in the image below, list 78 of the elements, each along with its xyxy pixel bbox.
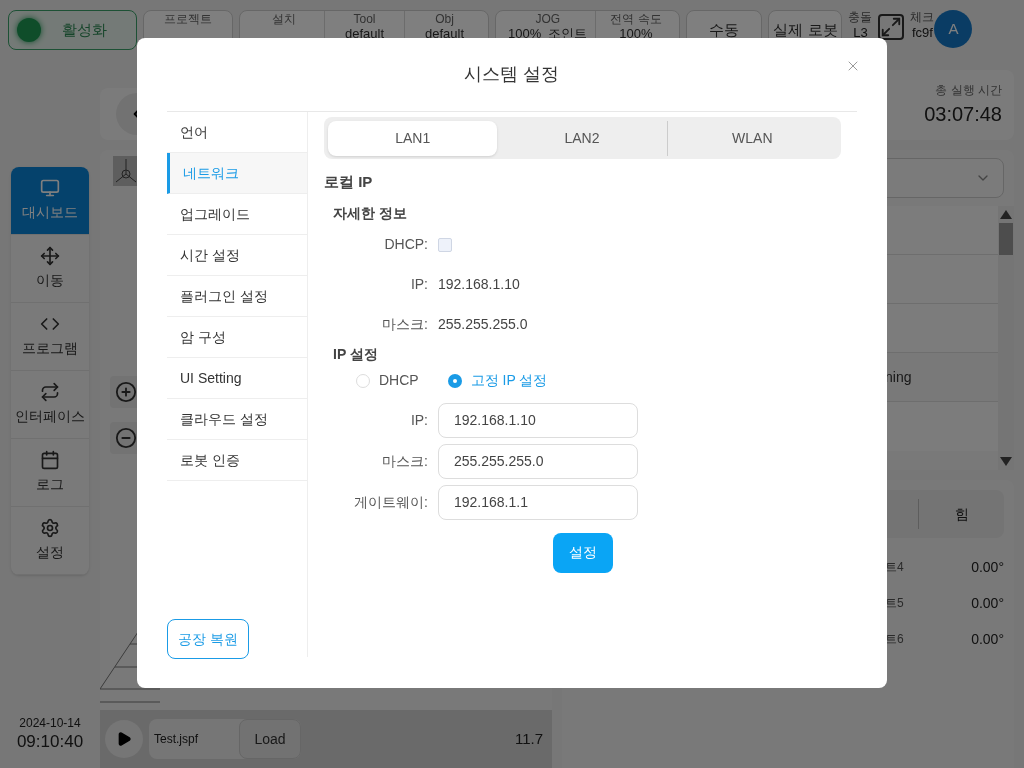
- file-field[interactable]: Test.jspf Load: [149, 719, 301, 759]
- status-value: default: [344, 26, 384, 42]
- repeat-icon: [40, 382, 60, 402]
- field-label: 마스크:: [381, 451, 428, 471]
- sidebar-item[interactable]: 로그: [11, 439, 89, 507]
- expand-icon[interactable]: [878, 14, 905, 40]
- collision-value: L3: [853, 25, 868, 40]
- sidebar-item[interactable]: 프로그램: [11, 303, 89, 371]
- play-icon: [116, 731, 132, 747]
- joint-tab[interactable]: 힘: [918, 499, 1004, 529]
- field-label: 게이트웨이:: [353, 492, 428, 512]
- sidebar-item[interactable]: 이동: [11, 235, 89, 303]
- date-text: 2024-10-14: [19, 715, 81, 731]
- status-label: 설치: [272, 12, 296, 26]
- settings-menu-item[interactable]: 시간 설정: [167, 235, 307, 276]
- field-label: IP:: [409, 410, 428, 430]
- load-button[interactable]: Load: [239, 719, 301, 759]
- zoom-in-icon: [115, 381, 137, 403]
- status-label: Obj: [435, 12, 454, 26]
- field-label: DHCP:: [383, 235, 428, 254]
- ip-mode-radio[interactable]: 고정 IP 설정: [447, 370, 548, 391]
- activate-button[interactable]: 활성화: [8, 10, 137, 50]
- input-field[interactable]: 255.255.255.0: [438, 443, 638, 479]
- field-value: 255.255.255.0: [438, 315, 528, 334]
- joint-value: 0.00°: [971, 593, 1004, 613]
- field-label: IP:: [409, 275, 428, 294]
- move-icon: [40, 246, 60, 266]
- settings-menu-item[interactable]: 로봇 인증: [167, 440, 307, 481]
- field-value: 192.168.1.10: [438, 275, 520, 294]
- runtime-label: 총 실행 시간: [935, 82, 1002, 99]
- collision-label: 충돌: [848, 10, 873, 25]
- settings-menu-item[interactable]: UI Setting: [167, 358, 307, 399]
- status-value: 100% 조인트: [508, 26, 588, 42]
- settings-menu-item[interactable]: 업그레이드: [167, 194, 307, 235]
- play-button[interactable]: [105, 720, 143, 758]
- field-label: 마스크:: [381, 315, 428, 334]
- ip-settings-heading: IP 설정: [333, 344, 379, 364]
- network-tab[interactable]: LAN2: [497, 120, 667, 156]
- apply-button[interactable]: 설정: [553, 532, 613, 573]
- joint-label: 트6: [885, 631, 904, 648]
- status-value: 100%: [619, 26, 653, 42]
- time-text: 09:10:40: [16, 730, 84, 752]
- settings-menu-item[interactable]: 클라우드 설정: [167, 399, 307, 440]
- axis-icon: [113, 156, 139, 186]
- check-label: 체크: [910, 10, 935, 25]
- section-title: 로컬 IP: [324, 172, 374, 192]
- status-label: 전역 속도: [610, 12, 662, 26]
- monitor-icon: [40, 178, 60, 198]
- input-field[interactable]: 192.168.1.10: [438, 402, 638, 438]
- runtime-value: 03:07:48: [924, 102, 1002, 127]
- status-label: JOG: [535, 12, 561, 26]
- ip-mode-radio[interactable]: DHCP: [356, 370, 419, 391]
- input-field[interactable]: 192.168.1.1: [438, 484, 638, 520]
- sidebar-item[interactable]: 대시보드: [11, 167, 89, 235]
- dhcp-checkbox[interactable]: [438, 237, 452, 252]
- status-label: Tool: [353, 12, 376, 26]
- status-label: 프로젝트: [164, 12, 212, 26]
- avatar[interactable]: A: [934, 10, 973, 48]
- check-value: fc9f: [912, 25, 933, 40]
- zoom-out-icon: [115, 427, 137, 449]
- settings-menu-item[interactable]: 플러그인 설정: [167, 276, 307, 317]
- joint-value: 0.00°: [971, 557, 1004, 577]
- calendar-icon: [40, 450, 60, 470]
- status-value: default: [424, 26, 464, 42]
- sidebar-item[interactable]: 설정: [11, 507, 89, 575]
- speed-reading: 11.7: [514, 728, 543, 749]
- settings-menu-item[interactable]: 암 구성: [167, 317, 307, 358]
- joint-label: 트4: [885, 559, 904, 576]
- dialog-title: 시스템 설정: [464, 63, 560, 86]
- settings-menu-item[interactable]: 네트워크: [167, 153, 307, 194]
- sidebar-item[interactable]: 인터페이스: [11, 371, 89, 439]
- factory-reset-button[interactable]: 공장 복원: [167, 619, 249, 659]
- network-tab[interactable]: LAN1: [328, 120, 498, 156]
- details-heading: 자세한 정보: [333, 203, 408, 223]
- network-tab[interactable]: WLAN: [666, 120, 837, 156]
- joint-value: 0.00°: [971, 629, 1004, 649]
- settings-icon: [40, 518, 60, 538]
- joint-label: 트5: [885, 595, 904, 612]
